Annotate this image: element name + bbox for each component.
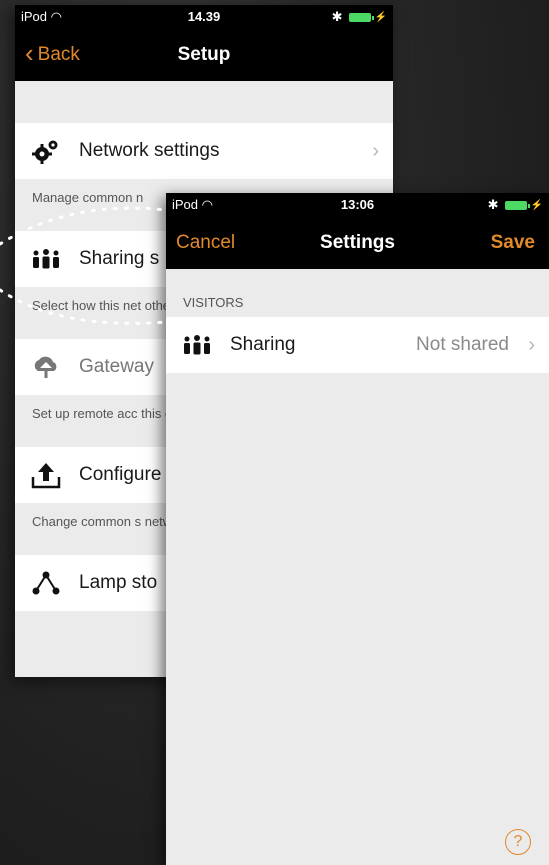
battery-icon <box>348 12 374 22</box>
cloud-upload-icon <box>31 355 61 379</box>
status-right: ✱ ⚡ <box>332 9 387 25</box>
chevron-right-icon: › <box>528 333 535 356</box>
section-header-visitors: VISITORS <box>183 295 244 310</box>
upload-icon <box>31 461 61 489</box>
help-icon[interactable]: ? <box>505 829 531 855</box>
list-item-label: Configure <box>79 464 162 485</box>
charging-icon: ⚡ <box>530 199 543 211</box>
status-bar: iPod ◠ 13:06 ✱ ⚡ <box>166 193 549 217</box>
chevron-right-icon: › <box>372 139 379 162</box>
network-nodes-icon <box>31 570 61 596</box>
settings-screen: iPod ◠ 13:06 ✱ ⚡ Cancel Settings Save VI… <box>166 193 549 865</box>
bluetooth-icon: ✱ <box>487 197 499 212</box>
list-item-network-settings[interactable]: Network settings › <box>15 123 393 179</box>
list-item-sharing[interactable]: Sharing Not shared › <box>166 317 549 373</box>
list-item-label: Lamp sto <box>79 572 158 593</box>
bluetooth-icon: ✱ <box>331 9 343 24</box>
people-icon <box>182 335 212 355</box>
charging-icon: ⚡ <box>374 11 387 23</box>
list-item-label: Sharing s <box>79 248 160 269</box>
list-item-label: Network settings <box>79 140 220 161</box>
list-item-label: Sharing <box>230 334 296 355</box>
nav-bar: ‹ Back Setup <box>15 29 393 81</box>
status-right: ✱ ⚡ <box>488 197 543 213</box>
list-item-label: Gateway <box>79 356 154 377</box>
sharing-value: Not shared <box>416 334 509 355</box>
people-icon <box>31 249 61 269</box>
gears-icon <box>31 138 61 164</box>
save-button[interactable]: Save <box>491 232 535 254</box>
page-title: Setup <box>177 44 231 65</box>
nav-bar: Cancel Settings Save <box>166 217 549 269</box>
status-bar: iPod ◠ 14.39 ✱ ⚡ <box>15 5 393 29</box>
battery-icon <box>504 200 530 210</box>
